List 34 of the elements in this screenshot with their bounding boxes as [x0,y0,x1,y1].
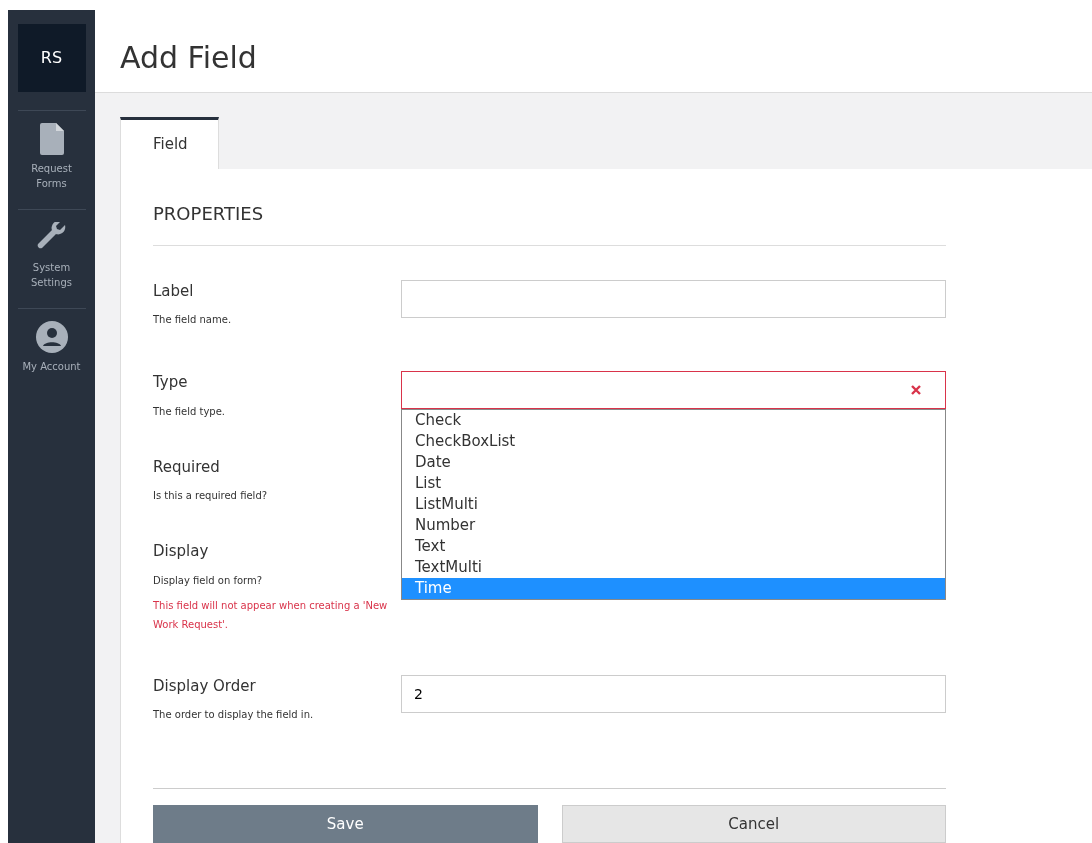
dropdown-option[interactable]: Number [402,515,945,536]
page-title: Add Field [120,40,258,76]
file-icon[interactable] [39,123,64,155]
dropdown-option[interactable]: Date [402,452,945,473]
field-label: Label [153,280,195,302]
dropdown-option[interactable]: TextMulti [402,557,945,578]
nav-label[interactable]: System Settings [17,260,86,290]
dropdown-option[interactable]: Check [402,410,945,431]
save-button[interactable]: Save [153,805,538,843]
dropdown-option[interactable]: List [402,473,945,494]
select-field[interactable] [401,371,946,409]
field-label: Required [153,456,221,478]
user-icon[interactable] [35,321,68,353]
dropdown-option[interactable]: CheckBoxList [402,431,945,452]
nav-label[interactable]: Request Forms [17,161,86,191]
warning-text: This field will not appear when creating a 'New Work Request'. [153,598,389,632]
cancel-button[interactable]: Cancel [561,805,946,843]
help-text: Is this a required field? [153,489,269,503]
field-label: Display Order [153,675,257,697]
help-text: The field type. [153,404,227,419]
help-text: The field name. [153,313,233,327]
avatar-badge[interactable]: RS [17,24,86,92]
dropdown-option[interactable]: Text [402,536,945,557]
field-label: Display [153,541,210,562]
help-text: Display field on form? [153,573,264,588]
nav-label[interactable]: My Account [22,359,81,374]
text-input[interactable]: 2 [401,674,946,713]
dropdown-option[interactable]: ListMulti [402,494,945,515]
section-title: PROPERTIES [153,202,946,246]
tab[interactable]: Field [120,116,219,169]
field-label: Type [153,372,189,393]
close-icon[interactable] [911,385,921,395]
help-text: The order to display the field in. [153,708,315,722]
text-input[interactable] [401,279,946,318]
